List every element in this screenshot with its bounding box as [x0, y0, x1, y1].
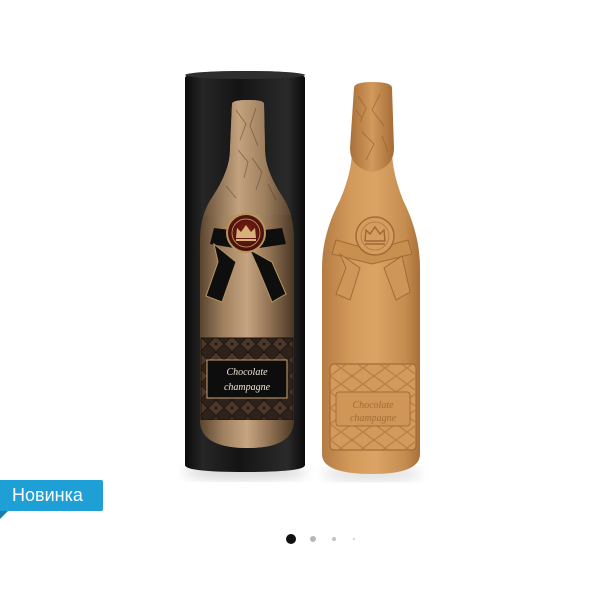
- new-badge-tail: [0, 511, 8, 519]
- new-badge: Новинка: [0, 480, 103, 511]
- product-photo: Chocolate champagne Chocolate champagne: [183, 71, 422, 480]
- bottle-emboss-line2: champagne: [350, 413, 397, 424]
- product-slide[interactable]: Chocolate champagne Chocolate champagne: [0, 0, 600, 520]
- pagination-dot-2[interactable]: [310, 536, 316, 542]
- carousel-pagination[interactable]: [282, 533, 362, 545]
- box-label-line2: champagne: [224, 382, 271, 393]
- chocolate-bottle: Chocolate champagne: [322, 82, 420, 474]
- product-image-gallery[interactable]: Chocolate champagne Chocolate champagne …: [0, 0, 600, 600]
- pagination-dot-4[interactable]: [353, 538, 355, 540]
- pagination-dot-3[interactable]: [332, 537, 336, 541]
- pagination-dot-1-active[interactable]: [286, 534, 296, 544]
- bottle-emboss-line1: Chocolate: [352, 400, 394, 411]
- box-label-line1: Chocolate: [226, 367, 268, 378]
